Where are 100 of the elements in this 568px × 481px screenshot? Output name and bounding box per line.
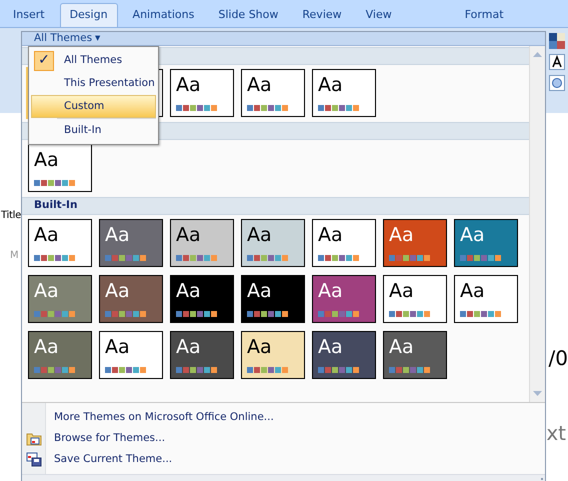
theme-sample-text: Aa xyxy=(34,148,60,172)
theme-thumbnail[interactable]: Aa xyxy=(383,275,447,323)
color-swatches xyxy=(34,367,75,373)
slide-text: xt xyxy=(546,420,566,447)
theme-thumbnail[interactable]: Aa xyxy=(454,219,518,267)
theme-thumbnail[interactable]: Aa xyxy=(170,219,234,267)
filter-menu-item[interactable]: Built-In xyxy=(31,119,156,142)
slide-text: Title xyxy=(1,209,21,223)
theme-sample-text: Aa xyxy=(34,279,60,303)
color-swatches xyxy=(34,311,75,317)
theme-thumbnail[interactable]: Aa xyxy=(312,331,376,379)
color-swatches xyxy=(389,255,430,261)
color-swatches xyxy=(176,105,217,111)
filter-menu-item[interactable]: ✓ All Themes xyxy=(31,49,156,72)
theme-sample-text: Aa xyxy=(389,335,415,359)
color-swatches xyxy=(105,255,146,261)
theme-thumbnail[interactable]: Aa xyxy=(312,69,376,117)
theme-thumbnail[interactable]: Aa xyxy=(454,275,518,323)
theme-thumbnail[interactable]: Aa xyxy=(170,69,234,117)
theme-thumbnail[interactable]: Aa xyxy=(241,275,305,323)
ribbon-tab[interactable]: View xyxy=(356,3,401,27)
color-swatches xyxy=(247,367,288,373)
filter-menu-item[interactable]: Custom xyxy=(31,95,156,118)
color-swatches xyxy=(34,255,75,261)
theme-thumbnail[interactable]: Aa xyxy=(383,331,447,379)
color-swatches xyxy=(318,367,359,373)
checkmark-icon: ✓ xyxy=(34,50,54,70)
ribbon-tab[interactable]: Design xyxy=(60,3,118,27)
color-swatches xyxy=(176,255,217,261)
ribbon-tab[interactable]: Slide Show xyxy=(209,3,288,27)
theme-thumbnail[interactable]: Aa xyxy=(312,275,376,323)
menu-item[interactable]: Browse for Themes... xyxy=(46,428,166,449)
color-swatches xyxy=(318,105,359,111)
theme-thumbnail[interactable]: Aa xyxy=(99,275,163,323)
theme-colors-icon[interactable] xyxy=(549,33,565,49)
theme-sample-text: Aa xyxy=(247,223,273,247)
color-swatches xyxy=(176,311,217,317)
theme-thumbnail[interactable]: Aa xyxy=(170,331,234,379)
theme-sample-text: Aa xyxy=(105,223,131,247)
theme-thumbnail[interactable]: Aa xyxy=(241,331,305,379)
theme-sample-text: Aa xyxy=(318,279,344,303)
theme-sample-text: Aa xyxy=(460,223,486,247)
theme-thumbnail[interactable]: Aa xyxy=(170,275,234,323)
color-swatches xyxy=(105,311,146,317)
filter-menu-item[interactable]: This Presentation xyxy=(31,72,156,95)
theme-sample-text: Aa xyxy=(247,335,273,359)
color-swatches xyxy=(318,255,359,261)
color-swatches xyxy=(105,367,146,373)
theme-sample-text: Aa xyxy=(34,223,60,247)
filter-dropdown-button[interactable]: All Themes ▾ xyxy=(34,32,100,45)
theme-thumbnail[interactable]: Aa xyxy=(312,219,376,267)
slide-text: /0 xyxy=(548,345,568,372)
color-swatches xyxy=(34,180,75,186)
theme-thumbnail[interactable]: Aa xyxy=(99,219,163,267)
theme-sample-text: Aa xyxy=(105,335,131,359)
theme-sample-text: Aa xyxy=(105,279,131,303)
scroll-down-icon[interactable] xyxy=(533,391,542,396)
theme-thumbnail[interactable]: Aa xyxy=(28,275,92,323)
color-swatches xyxy=(389,311,430,317)
theme-thumbnail[interactable]: Aa xyxy=(383,219,447,267)
theme-sample-text: Aa xyxy=(247,279,273,303)
scrollbar[interactable] xyxy=(529,46,545,402)
theme-sample-text: Aa xyxy=(460,279,486,303)
theme-fonts-icon[interactable] xyxy=(549,54,565,70)
theme-sample-text: Aa xyxy=(389,279,415,303)
theme-sample-text: Aa xyxy=(389,223,415,247)
color-swatches xyxy=(318,311,359,317)
theme-thumbnail[interactable]: Aa xyxy=(241,69,305,117)
color-swatches xyxy=(460,255,501,261)
ribbon-tab[interactable]: Review xyxy=(293,3,351,27)
theme-thumbnail[interactable]: Aa xyxy=(99,331,163,379)
slide-text: M xyxy=(10,249,20,263)
scroll-up-icon[interactable] xyxy=(533,52,542,57)
theme-sample-text: Aa xyxy=(247,73,273,97)
color-swatches xyxy=(176,367,217,373)
theme-sample-text: Aa xyxy=(176,73,202,97)
theme-sample-text: Aa xyxy=(318,223,344,247)
color-swatches xyxy=(389,367,430,373)
theme-thumbnail[interactable]: Aa xyxy=(28,219,92,267)
ribbon-tab[interactable]: Insert xyxy=(4,3,54,27)
folder-icon xyxy=(26,432,42,446)
color-swatches xyxy=(247,311,288,317)
menu-item[interactable]: Save Current Theme... xyxy=(46,449,172,470)
theme-sample-text: Aa xyxy=(176,223,202,247)
theme-thumbnail[interactable]: Aa xyxy=(241,219,305,267)
theme-sample-text: Aa xyxy=(318,335,344,359)
color-swatches xyxy=(460,311,501,317)
theme-sample-text: Aa xyxy=(176,335,202,359)
section-title: Built-In xyxy=(34,198,78,214)
save-icon xyxy=(26,452,42,467)
theme-effects-icon[interactable] xyxy=(549,75,565,91)
color-swatches xyxy=(247,255,288,261)
color-swatches xyxy=(247,105,288,111)
theme-thumbnail[interactable]: Aa xyxy=(28,331,92,379)
theme-sample-text: Aa xyxy=(318,73,344,97)
ribbon-tab[interactable]: Format xyxy=(436,3,532,27)
theme-sample-text: Aa xyxy=(176,279,202,303)
theme-thumbnail[interactable]: Aa xyxy=(28,144,92,192)
menu-item[interactable]: More Themes on Microsoft Office Online... xyxy=(46,407,274,428)
ribbon-tab[interactable]: Animations xyxy=(124,3,204,27)
